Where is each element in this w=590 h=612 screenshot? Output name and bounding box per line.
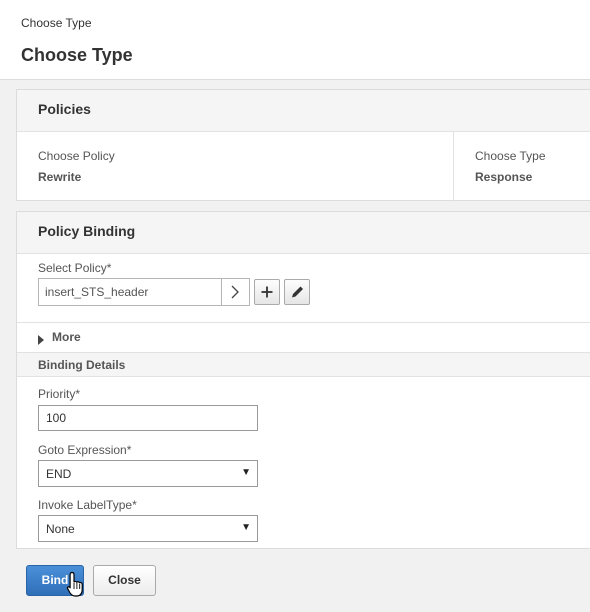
policies-section: Policies Choose Policy Rewrite Choose Ty… [16, 89, 590, 201]
more-toggle[interactable]: More [17, 322, 590, 352]
select-policy-label: Select Policy* [38, 261, 112, 275]
goto-expression-label: Goto Expression* [38, 443, 132, 457]
close-button[interactable]: Close [93, 565, 156, 596]
select-policy-field[interactable]: insert_STS_header [38, 278, 250, 306]
footer [0, 549, 590, 612]
add-policy-button[interactable] [254, 279, 280, 305]
choose-policy-value: Rewrite [38, 170, 82, 184]
pencil-icon [285, 286, 309, 308]
policy-binding-section: Policy Binding Select Policy* insert_STS… [16, 211, 590, 549]
more-label: More [52, 330, 81, 344]
choose-type-column: Choose Type Response [454, 132, 590, 201]
page-header: Choose Type Choose Type [0, 0, 590, 80]
select-policy-value: insert_STS_header [45, 285, 149, 299]
goto-expression-select[interactable]: END ▼ [38, 460, 258, 487]
hand-cursor-icon [66, 571, 86, 604]
invoke-labeltype-label: Invoke LabelType* [38, 498, 137, 512]
dropdown-arrow-icon: ▼ [241, 467, 251, 478]
policy-binding-title: Policy Binding [17, 212, 590, 254]
policies-section-title: Policies [17, 90, 590, 132]
dropdown-arrow-icon: ▼ [241, 522, 251, 533]
choose-policy-column: Choose Policy Rewrite [17, 132, 454, 201]
goto-expression-value: END [46, 467, 72, 481]
plus-icon [255, 286, 279, 308]
choose-policy-label: Choose Policy [38, 149, 115, 163]
binding-details-header: Binding Details [17, 352, 590, 377]
choose-type-label: Choose Type [475, 149, 546, 163]
binding-details-title: Binding Details [38, 358, 126, 372]
caret-right-icon [37, 332, 45, 350]
priority-label: Priority* [38, 387, 81, 401]
chevron-right-icon[interactable] [221, 279, 249, 305]
invoke-labeltype-select[interactable]: None ▼ [38, 515, 258, 542]
breadcrumb: Choose Type [21, 16, 92, 30]
priority-input[interactable]: 100 [38, 405, 258, 431]
page-title: Choose Type [21, 45, 133, 65]
choose-type-value: Response [475, 170, 533, 184]
edit-policy-button[interactable] [284, 279, 310, 305]
invoke-labeltype-value: None [46, 522, 75, 536]
